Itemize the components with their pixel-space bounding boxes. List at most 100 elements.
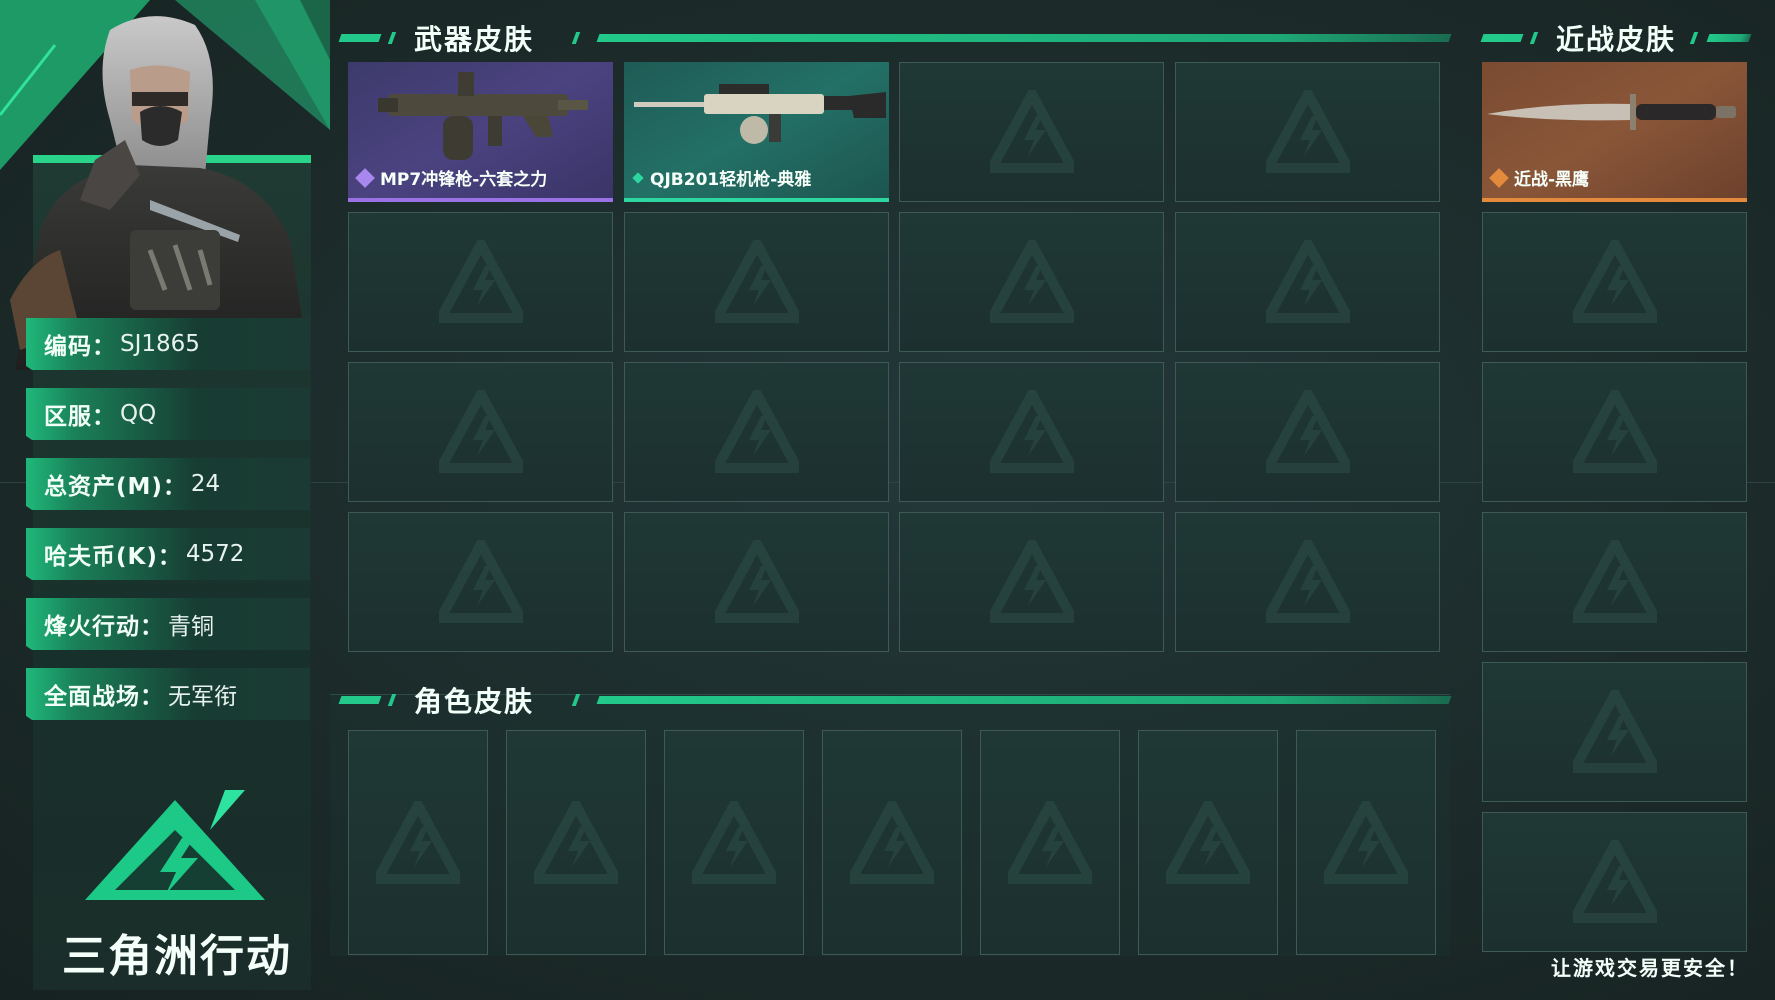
empty-slot-logo-icon	[438, 240, 523, 323]
empty-slot-logo-icon	[1324, 800, 1408, 884]
empty-slot-logo-icon	[1166, 800, 1250, 884]
profile-value: 4572	[185, 541, 245, 567]
slogan-text: 让游戏交易更安全！	[1551, 956, 1749, 980]
profile-value: 24	[190, 471, 221, 497]
empty-slot-logo-icon	[989, 540, 1074, 623]
empty-slot-logo-icon	[714, 540, 799, 623]
empty-slot-logo-icon	[989, 90, 1074, 173]
weapon-skin-slot[interactable]	[624, 512, 889, 652]
empty-slot-logo-icon	[989, 240, 1074, 323]
role-skins-header: 角色皮肤	[338, 685, 1452, 718]
profile-value: 青铜	[168, 614, 214, 640]
weapon-skin-card[interactable]: MP7冲锋枪-六套之力	[348, 62, 613, 202]
profile-row-assets: 总资产(M)： 24	[26, 458, 310, 510]
profile-row-server: 区服： QQ	[26, 388, 310, 440]
header-line	[1706, 34, 1752, 42]
header-decoration	[1689, 32, 1699, 44]
rarity-diamond-icon	[1489, 167, 1509, 188]
weapon-skin-slot[interactable]	[348, 212, 613, 352]
empty-slot-logo-icon	[534, 800, 618, 884]
rarity-diamond-icon	[632, 171, 644, 184]
header-decoration	[338, 696, 382, 704]
weapon-skin-name: MP7冲锋枪-六套之力	[380, 170, 548, 190]
logo-text: 三角洲行动	[62, 931, 292, 982]
empty-slot-logo-icon	[1572, 390, 1657, 473]
melee-skin-slot[interactable]	[1482, 362, 1747, 502]
weapon-skin-label: QJB201轻机枪-典雅	[632, 165, 811, 190]
profile-key: 区服：	[44, 404, 116, 430]
weapon-skin-label: MP7冲锋枪-六套之力	[355, 165, 548, 190]
machine-gun-icon	[634, 84, 886, 144]
empty-slot-logo-icon	[692, 800, 776, 884]
profile-row-coins: 哈夫币(K)： 4572	[26, 528, 310, 580]
knife-icon	[1487, 94, 1736, 130]
melee-skin-slot[interactable]	[1482, 212, 1747, 352]
melee-skins-title: 近战皮肤	[1556, 23, 1677, 56]
empty-slot-logo-icon	[1572, 540, 1657, 623]
melee-skin-slot[interactable]	[1482, 662, 1747, 802]
weapon-skin-slot[interactable]	[1175, 362, 1440, 502]
empty-slot-logo-icon	[438, 540, 523, 623]
melee-skin-card[interactable]: 近战-黑鹰	[1482, 62, 1747, 202]
header-decoration	[1529, 32, 1539, 44]
empty-slot-logo-icon	[1265, 240, 1350, 323]
empty-slot-logo-icon	[714, 390, 799, 473]
empty-slot-logo-icon	[850, 800, 934, 884]
weapon-skin-slot[interactable]	[348, 512, 613, 652]
role-skin-slot[interactable]	[1296, 730, 1436, 955]
melee-skins-header: 近战皮肤	[1480, 23, 1752, 56]
melee-skin-slot[interactable]	[1482, 812, 1747, 952]
weapon-skin-slot[interactable]	[899, 362, 1164, 502]
empty-slot-logo-icon	[1265, 90, 1350, 173]
empty-slot-logo-icon	[1265, 390, 1350, 473]
weapon-skin-slot[interactable]	[899, 212, 1164, 352]
weapon-skin-slot[interactable]	[899, 512, 1164, 652]
empty-slot-logo-icon	[1265, 540, 1350, 623]
profile-row-operation-rank: 烽火行动： 青铜	[26, 598, 310, 650]
header-decoration	[387, 694, 397, 706]
profile-key: 编码：	[44, 334, 116, 360]
weapon-skins-header: 武器皮肤	[338, 23, 1452, 56]
header-decoration	[1480, 34, 1524, 42]
weapon-skin-slot[interactable]	[624, 212, 889, 352]
profile-row-battlefield-rank: 全面战场： 无军衔	[26, 668, 310, 720]
melee-skin-name: 近战-黑鹰	[1514, 170, 1590, 190]
empty-slot-logo-icon	[438, 390, 523, 473]
character-avatar	[10, 16, 310, 370]
role-skin-slot[interactable]	[348, 730, 488, 955]
role-skin-slot[interactable]	[664, 730, 804, 955]
weapon-skin-slot[interactable]	[899, 62, 1164, 202]
empty-slot-logo-icon	[1008, 800, 1092, 884]
profile-key: 烽火行动：	[44, 614, 164, 640]
profile-key: 总资产(M)：	[44, 474, 187, 500]
profile-row-code: 编码： SJ1865	[26, 318, 310, 370]
role-skin-slot[interactable]	[980, 730, 1120, 955]
profile-panel: 编码： SJ1865 区服： QQ 总资产(M)： 24 哈夫币(K)： 457…	[0, 0, 330, 1000]
melee-skin-slot[interactable]	[1482, 512, 1747, 652]
weapon-skin-slot[interactable]	[1175, 512, 1440, 652]
role-skin-slot[interactable]	[822, 730, 962, 955]
header-decoration	[387, 32, 397, 44]
weapon-skin-slot[interactable]	[348, 362, 613, 502]
profile-key: 全面战场：	[44, 684, 164, 710]
empty-slot-logo-icon	[714, 240, 799, 323]
role-skin-slot[interactable]	[506, 730, 646, 955]
header-line	[596, 696, 1452, 704]
rarity-diamond-icon	[355, 167, 375, 188]
weapon-skin-slot[interactable]	[1175, 62, 1440, 202]
header-decoration	[338, 34, 382, 42]
header-decoration	[571, 694, 581, 706]
header-decoration	[571, 32, 581, 44]
empty-slot-logo-icon	[1572, 840, 1657, 923]
weapon-skin-slot[interactable]	[1175, 212, 1440, 352]
profile-value: QQ	[120, 401, 157, 427]
empty-slot-logo-icon	[1572, 690, 1657, 773]
profile-value: SJ1865	[120, 331, 200, 357]
empty-slot-logo-icon	[1572, 240, 1657, 323]
role-skin-slot[interactable]	[1138, 730, 1278, 955]
weapon-skin-card[interactable]: QJB201轻机枪-典雅	[624, 62, 889, 202]
role-skins-title: 角色皮肤	[414, 685, 535, 718]
weapon-skin-slot[interactable]	[624, 362, 889, 502]
smg-icon	[378, 72, 588, 160]
empty-slot-logo-icon	[989, 390, 1074, 473]
